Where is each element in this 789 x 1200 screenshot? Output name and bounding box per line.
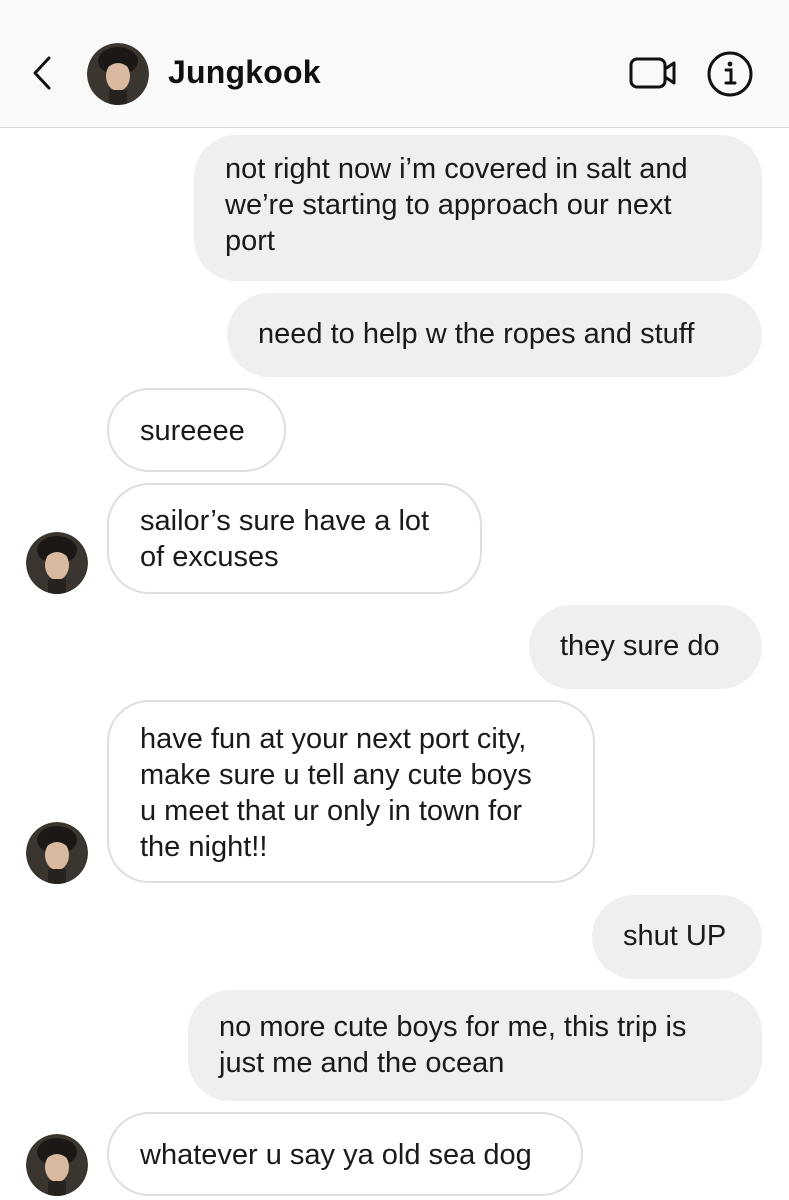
- message-bubble-incoming[interactable]: have fun at your next port city, make su…: [107, 700, 595, 883]
- avatar-photo: [87, 43, 149, 105]
- message-bubble-incoming[interactable]: sureeee: [107, 388, 286, 472]
- message-bubble-outgoing[interactable]: need to help w the ropes and stuff: [227, 293, 762, 377]
- message-bubble-outgoing[interactable]: no more cute boys for me, this trip is j…: [188, 990, 762, 1101]
- avatar-photo: [26, 532, 88, 594]
- sender-avatar[interactable]: [26, 822, 88, 884]
- sender-avatar[interactable]: [26, 532, 88, 594]
- message-bubble-incoming[interactable]: sailor’s sure have a lot of excuses: [107, 483, 482, 594]
- video-call-button[interactable]: [628, 53, 678, 93]
- contact-name[interactable]: Jungkook: [168, 54, 321, 91]
- message-bubble-outgoing[interactable]: not right now i’m covered in salt and we…: [194, 135, 762, 281]
- sender-avatar[interactable]: [26, 1134, 88, 1196]
- info-icon: [707, 51, 753, 97]
- avatar-photo: [26, 1134, 88, 1196]
- message-bubble-outgoing[interactable]: shut UP: [592, 895, 762, 979]
- back-button[interactable]: [28, 50, 58, 96]
- video-camera-icon: [629, 57, 676, 89]
- info-button[interactable]: [706, 50, 754, 98]
- avatar-photo: [26, 822, 88, 884]
- contact-avatar[interactable]: [87, 43, 149, 105]
- message-bubble-incoming[interactable]: whatever u say ya old sea dog: [107, 1112, 583, 1196]
- message-bubble-outgoing[interactable]: they sure do: [529, 605, 762, 689]
- chevron-left-icon: [33, 56, 51, 90]
- chat-header: Jungkook: [0, 0, 789, 128]
